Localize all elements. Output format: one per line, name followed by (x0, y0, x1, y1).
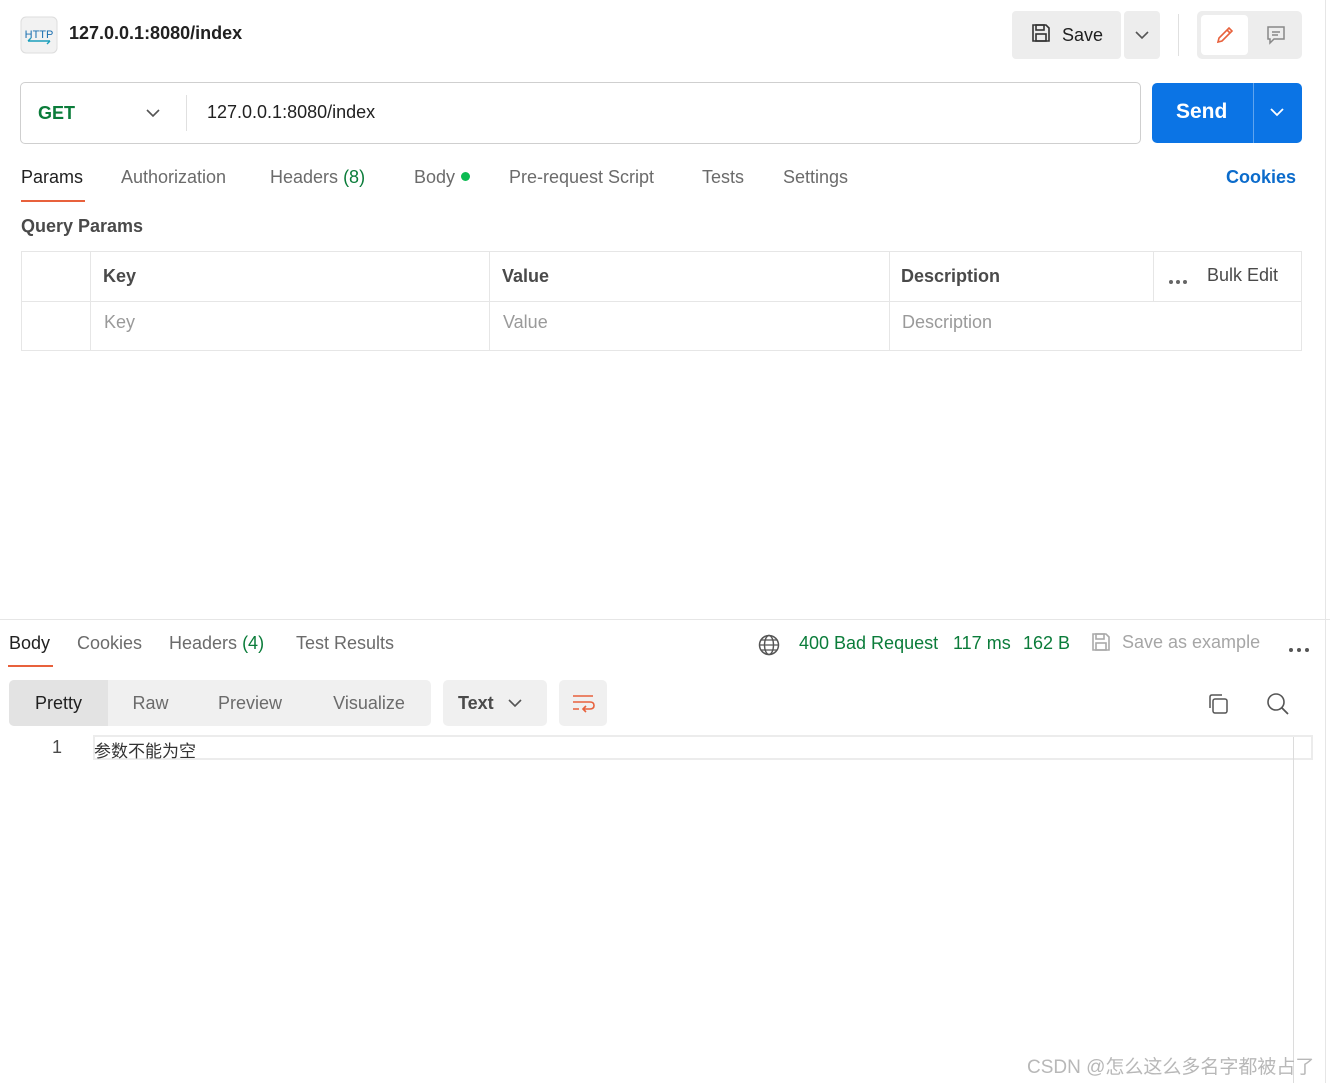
view-pretty[interactable]: Pretty (9, 680, 108, 726)
mode-toggle (1197, 11, 1302, 59)
request-header: HTTP 127.0.0.1:8080/index Save (0, 0, 1330, 70)
comments-button[interactable] (1252, 15, 1299, 55)
method-select[interactable]: GET (38, 103, 75, 124)
header-divider (1178, 14, 1179, 56)
more-options-icon[interactable] (1288, 640, 1310, 658)
format-select[interactable]: Text (443, 680, 547, 726)
column-header-description: Description (901, 266, 1001, 286)
table-divider (1153, 252, 1154, 301)
chevron-down-icon (508, 698, 522, 707)
more-options-icon[interactable] (1168, 272, 1188, 290)
wrap-icon (573, 695, 595, 713)
query-params-table: Key Value Description Bulk Edit Key Valu… (21, 251, 1302, 351)
request-tabs: Params Authorization Headers (8) Body Pr… (0, 160, 1330, 206)
chevron-down-icon (1135, 30, 1149, 39)
table-divider (90, 252, 91, 350)
tab-authorization[interactable]: Authorization (121, 167, 226, 188)
active-tab-underline (8, 665, 53, 667)
edit-mode-button[interactable] (1201, 15, 1248, 55)
key-input[interactable]: Key (104, 312, 135, 333)
save-as-example-button[interactable]: Save as example (1090, 631, 1260, 653)
response-tab-headers-label: Headers (169, 633, 238, 653)
send-label: Send (1176, 100, 1228, 123)
tab-params[interactable]: Params (21, 167, 83, 188)
save-as-example-label: Save as example (1122, 631, 1261, 652)
url-input[interactable]: 127.0.0.1:8080/index (207, 102, 375, 123)
response-view-selector: Pretty Raw Preview Visualize (9, 680, 431, 726)
pencil-icon (1216, 26, 1233, 44)
cookies-link[interactable]: Cookies (1226, 167, 1296, 188)
description-input[interactable]: Description (902, 312, 992, 333)
http-icon: HTTP (20, 16, 58, 54)
save-icon (1092, 633, 1110, 651)
chevron-down-icon[interactable] (1269, 104, 1285, 122)
tab-headers[interactable]: Headers (8) (270, 167, 365, 188)
request-title[interactable]: 127.0.0.1:8080/index (69, 23, 242, 44)
response-tab-body[interactable]: Body (9, 633, 50, 654)
send-button[interactable]: Send (1152, 83, 1302, 143)
table-divider (22, 301, 1301, 302)
tab-headers-label: Headers (270, 167, 339, 187)
response-tabs: Body Cookies Headers (4) Test Results 40… (0, 620, 1330, 668)
word-wrap-button[interactable] (559, 680, 607, 726)
body-indicator-dot (461, 171, 471, 181)
query-params-title: Query Params (21, 216, 144, 236)
response-tab-test-results[interactable]: Test Results (296, 633, 394, 654)
tab-body-label: Body (414, 167, 456, 187)
response-tab-headers[interactable]: Headers (4) (169, 633, 264, 654)
tab-headers-count: (8) (343, 167, 366, 187)
value-input[interactable]: Value (503, 312, 548, 333)
tab-pre-request-script[interactable]: Pre-request Script (509, 167, 654, 188)
view-preview[interactable]: Preview (193, 680, 307, 726)
tab-settings[interactable]: Settings (783, 167, 848, 188)
response-status[interactable]: 400 Bad Request (799, 633, 938, 654)
tab-tests[interactable]: Tests (702, 167, 744, 188)
url-bar: GET 127.0.0.1:8080/index (20, 82, 1141, 144)
watermark: CSDN @怎么这么多名字都被占了 (1027, 1057, 1315, 1078)
response-time[interactable]: 117 ms (953, 633, 1011, 654)
save-icon (1030, 22, 1052, 49)
window-edge (1325, 0, 1326, 1083)
bulk-edit-button[interactable]: Bulk Edit (1207, 265, 1278, 286)
response-tab-headers-count: (4) (242, 633, 265, 653)
globe-icon[interactable] (757, 633, 781, 662)
response-tab-cookies[interactable]: Cookies (77, 633, 142, 654)
url-divider (186, 95, 187, 131)
search-icon[interactable] (1265, 691, 1291, 722)
send-divider (1253, 83, 1254, 143)
active-tab-underline (21, 200, 85, 202)
chevron-down-icon[interactable] (145, 105, 161, 123)
tab-body[interactable]: Body (414, 167, 471, 188)
column-header-key: Key (103, 266, 137, 286)
view-raw[interactable]: Raw (108, 680, 193, 726)
copy-icon[interactable] (1206, 692, 1230, 721)
column-header-value: Value (502, 266, 550, 286)
format-label: Text (458, 692, 494, 713)
editor-scrollbar[interactable] (1293, 737, 1294, 1083)
save-label: Save (1062, 24, 1104, 45)
view-visualize[interactable]: Visualize (307, 680, 431, 726)
save-options-button[interactable] (1124, 11, 1160, 59)
line-number: 1 (52, 737, 63, 757)
comment-icon (1266, 26, 1285, 45)
active-line-highlight (93, 735, 1313, 760)
table-divider (489, 252, 490, 350)
table-divider (889, 252, 890, 350)
save-button[interactable]: Save (1012, 11, 1121, 59)
response-body-line[interactable]: 参数不能为空 (94, 737, 196, 762)
response-size[interactable]: 162 B (1023, 633, 1070, 654)
